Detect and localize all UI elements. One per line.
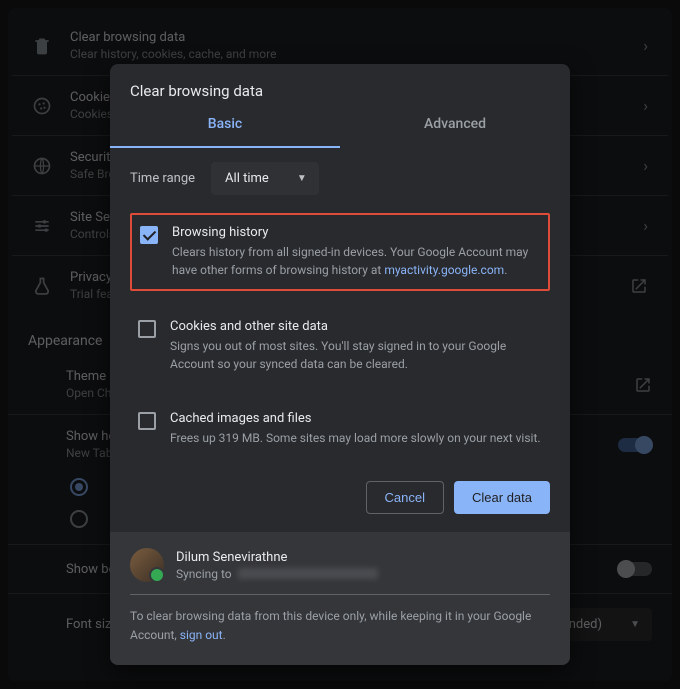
checkbox-browsing-history[interactable]: [140, 226, 158, 244]
option-description: Frees up 319 MB. Some sites may load mor…: [170, 429, 542, 447]
cancel-button[interactable]: Cancel: [366, 481, 444, 514]
clear-data-button[interactable]: Clear data: [454, 481, 550, 514]
row-title: Clear browsing data: [70, 30, 625, 45]
show-bookmarks-toggle[interactable]: [618, 562, 652, 576]
time-range-label: Time range: [130, 171, 195, 186]
flask-icon: [32, 276, 52, 296]
chevron-right-icon: ›: [643, 36, 648, 55]
profile-name: Dilum Senevirathne: [176, 550, 378, 565]
redacted-email: [238, 568, 378, 579]
globe-shield-icon: [32, 156, 52, 176]
tab-advanced[interactable]: Advanced: [340, 102, 570, 148]
time-range-select[interactable]: All time ▼: [211, 162, 319, 195]
option-browsing-history-link[interactable]: myactivity.google.com: [384, 263, 504, 277]
clear-browsing-data-dialog: Clear browsing data Basic Advanced Time …: [110, 64, 570, 665]
option-cookies[interactable]: Cookies and other site data Signs you out…: [130, 309, 550, 383]
sliders-icon: [32, 216, 52, 236]
chevron-right-icon: ›: [643, 156, 648, 175]
caret-down-icon: ▼: [630, 619, 640, 630]
chevron-right-icon: ›: [643, 216, 648, 235]
show-home-toggle[interactable]: [618, 438, 652, 452]
caret-down-icon: ▼: [297, 173, 307, 184]
dialog-tabs: Basic Advanced: [110, 102, 570, 148]
avatar: [130, 548, 164, 582]
option-title: Browsing history: [172, 225, 540, 240]
option-cache[interactable]: Cached images and files Frees up 319 MB. …: [130, 401, 550, 457]
external-link-icon: [630, 277, 648, 295]
row-subtitle: Clear history, cookies, cache, and more: [70, 47, 625, 61]
chevron-right-icon: ›: [643, 96, 648, 115]
trash-icon: [32, 36, 52, 56]
checkbox-cookies[interactable]: [138, 320, 156, 338]
option-browsing-history[interactable]: Browsing history Clears history from all …: [130, 213, 550, 291]
profile-row: Dilum Senevirathne Syncing to: [130, 548, 550, 595]
option-title: Cookies and other site data: [170, 319, 542, 334]
home-radio-newtab[interactable]: [70, 478, 88, 496]
profile-sync-status: Syncing to: [176, 567, 378, 581]
sign-out-link[interactable]: sign out: [180, 628, 223, 642]
checkbox-cache[interactable]: [138, 412, 156, 430]
option-title: Cached images and files: [170, 411, 542, 426]
external-link-icon: [634, 376, 652, 394]
dialog-title: Clear browsing data: [110, 64, 570, 100]
tab-basic[interactable]: Basic: [110, 102, 340, 148]
option-description: Clears history from all signed-in device…: [172, 243, 540, 279]
option-description: Signs you out of most sites. You'll stay…: [170, 337, 542, 373]
time-range-value: All time: [225, 171, 269, 186]
dialog-footnote: To clear browsing data from this device …: [130, 595, 550, 645]
cookie-icon: [32, 96, 52, 116]
home-radio-custom[interactable]: [70, 510, 88, 528]
